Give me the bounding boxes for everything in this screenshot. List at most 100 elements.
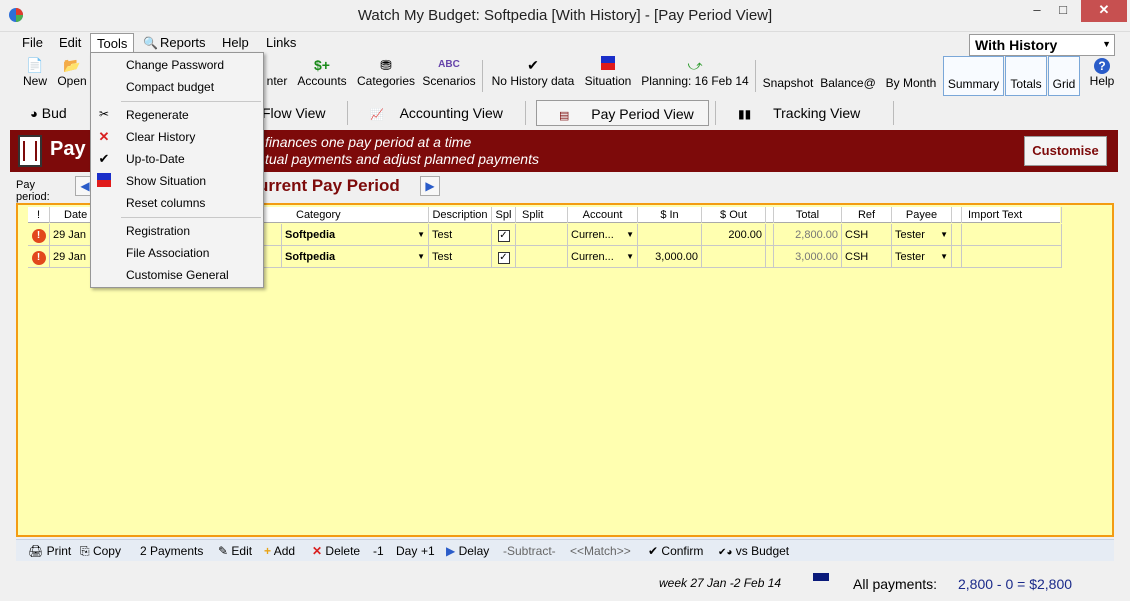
menu-edit[interactable]: Edit (53, 33, 87, 53)
add-button[interactable]: + Add (264, 543, 295, 559)
open-button[interactable]: 📂 Open (54, 56, 90, 96)
cell-in[interactable] (638, 224, 702, 246)
cell-import-text[interactable] (962, 224, 1062, 246)
cell-import-text[interactable] (962, 246, 1062, 268)
col-ref[interactable]: Ref (842, 207, 892, 223)
copy-button[interactable]: ⎘ Copy (80, 543, 121, 559)
scenarios-button[interactable]: ABC Scenarios (421, 56, 477, 96)
menu-item-registration[interactable]: Registration (126, 221, 190, 241)
col-in[interactable]: $ In (638, 207, 702, 223)
menu-item-customise-general[interactable]: Customise General (126, 265, 229, 285)
chevron-down-icon[interactable]: ▼ (626, 246, 634, 267)
history-select[interactable]: With History ▼ (969, 34, 1115, 56)
maximize-button[interactable]: □ (1050, 0, 1076, 22)
scenarios-label: Scenarios (422, 74, 476, 88)
cell-category[interactable]: Softpedia ▼ (282, 246, 429, 268)
planning-button[interactable]: ⤻ Planning: 16 Feb 14 (640, 56, 750, 96)
new-button[interactable]: 📄 New (20, 56, 50, 96)
col-flag[interactable]: ! (28, 207, 50, 223)
cell-payee[interactable]: Tester ▼ (892, 246, 952, 268)
next-period-button[interactable]: ▶ (420, 176, 440, 196)
edit-label: Edit (231, 544, 253, 558)
cell-payee[interactable]: Tester ▼ (892, 224, 952, 246)
new-document-icon: 📄 (26, 57, 44, 73)
cell-account[interactable]: Curren... ▼ (568, 224, 638, 246)
cell-description[interactable]: Test (429, 246, 492, 268)
close-button[interactable]: ✕ (1081, 0, 1127, 22)
no-history-button[interactable]: ✔ No History data (489, 56, 577, 96)
cell-ref[interactable]: CSH (842, 224, 892, 246)
chevron-down-icon[interactable]: ▼ (417, 224, 425, 245)
cell-split[interactable] (516, 224, 568, 246)
grid-button[interactable]: Grid (1048, 56, 1080, 96)
menu-item-change-password[interactable]: Change Password (126, 55, 224, 75)
spl-checkbox[interactable]: ✓ (497, 230, 510, 242)
col-total[interactable]: Total (774, 207, 842, 223)
clear-icon: ✕ (98, 129, 110, 144)
spl-checkbox[interactable]: ✓ (497, 252, 510, 264)
tab-divider (715, 101, 716, 125)
tab-flow[interactable]: Flow View (262, 100, 342, 126)
cell-category[interactable]: Softpedia ▼ (282, 224, 429, 246)
col-category[interactable]: Category (282, 207, 429, 223)
menu-item-clear-history[interactable]: Clear History (126, 127, 195, 147)
col-account[interactable]: Account (568, 207, 638, 223)
cell-in[interactable]: 3,000.00 (638, 246, 702, 268)
menu-reports[interactable]: 🔍 Reports (140, 33, 212, 53)
window-title: Watch My Budget: Softpedia [With History… (357, 7, 773, 24)
col-payee[interactable]: Payee (892, 207, 952, 223)
menu-links[interactable]: Links (260, 33, 302, 53)
menu-file[interactable]: File (16, 33, 49, 53)
chevron-down-icon: ▼ (1102, 39, 1111, 49)
tab-pay-period[interactable]: ▤ Pay Period View (536, 100, 709, 126)
customise-button[interactable]: Customise (1024, 136, 1107, 166)
help-button[interactable]: ? Help (1086, 56, 1118, 96)
edit-button[interactable]: ✎ Edit (218, 543, 252, 559)
menu-item-regenerate[interactable]: Regenerate (126, 105, 189, 125)
cell-spl[interactable]: ✓ (492, 224, 516, 246)
delay-button[interactable]: ▶ Delay (446, 543, 489, 559)
categories-button[interactable]: ⛃ Categories (355, 56, 417, 96)
accounts-button[interactable]: $+ Accounts (294, 56, 350, 96)
cell-spl[interactable]: ✓ (492, 246, 516, 268)
col-split[interactable]: Split (516, 207, 568, 223)
cell-account[interactable]: Curren... ▼ (568, 246, 638, 268)
col-spl[interactable]: Spl (492, 207, 516, 223)
print-button[interactable]: 🖨 Print (28, 543, 71, 559)
cell-out[interactable] (702, 246, 766, 268)
menu-divider (121, 101, 261, 102)
menu-item-show-situation[interactable]: Show Situation (126, 171, 206, 191)
menu-item-compact-budget[interactable]: Compact budget (126, 77, 214, 97)
totals-button[interactable]: Totals (1005, 56, 1047, 96)
minus-day-button[interactable]: -1 (373, 543, 384, 559)
menu-help[interactable]: Help (216, 33, 255, 53)
summary-button[interactable]: Summary (943, 56, 1004, 96)
minimize-button[interactable]: – (1024, 0, 1050, 22)
chevron-down-icon[interactable]: ▼ (417, 246, 425, 267)
subtract-button[interactable]: -Subtract- (503, 543, 556, 559)
vs-budget-button[interactable]: ✔◕ vs Budget (718, 543, 789, 559)
col-description[interactable]: Description (429, 207, 492, 223)
col-import-text[interactable]: Import Text (962, 207, 1062, 223)
menu-item-file-association[interactable]: File Association (126, 243, 209, 263)
menu-item-up-to-date[interactable]: Up-to-Date (126, 149, 185, 169)
confirm-button[interactable]: ✔ Confirm (648, 543, 703, 559)
delete-button[interactable]: ✕ Delete (312, 543, 360, 559)
match-button[interactable]: <<Match>> (570, 543, 631, 559)
col-out[interactable]: $ Out (702, 207, 766, 223)
chevron-down-icon[interactable]: ▼ (626, 224, 634, 245)
cell-out[interactable]: 200.00 (702, 224, 766, 246)
chevron-down-icon[interactable]: ▼ (940, 224, 948, 245)
situation-button[interactable]: Situation (582, 56, 634, 96)
cell-split[interactable] (516, 246, 568, 268)
tab-accounting[interactable]: 📈 Accounting View (370, 100, 520, 126)
plus-day-button[interactable]: +1 (421, 543, 435, 559)
enter-button[interactable]: nter (262, 56, 292, 96)
chevron-down-icon[interactable]: ▼ (940, 246, 948, 267)
menu-item-reset-columns[interactable]: Reset columns (126, 193, 205, 213)
menu-tools[interactable]: Tools (90, 33, 135, 53)
accounts-label: Accounts (297, 74, 347, 88)
cell-ref[interactable]: CSH (842, 246, 892, 268)
cell-description[interactable]: Test (429, 224, 492, 246)
tab-tracking[interactable]: ▮▮ Tracking View (738, 100, 888, 126)
